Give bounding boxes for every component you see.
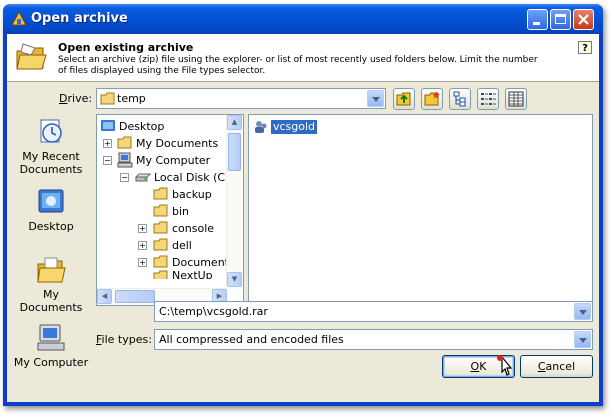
expand-toggle[interactable]: +: [138, 241, 147, 250]
folder-icon: [153, 255, 168, 268]
tree-item-bin[interactable]: bin: [153, 203, 189, 219]
minimize-icon: [533, 22, 540, 25]
tree-item-dell[interactable]: dell: [153, 237, 192, 253]
maximize-icon: [555, 14, 566, 24]
new-folder-button[interactable]: [421, 88, 443, 110]
place-label: My Documents: [19, 288, 83, 314]
folder-icon: [153, 270, 168, 279]
cancel-button[interactable]: Cancel: [520, 355, 593, 378]
place-label: My Computer: [13, 356, 89, 369]
title-bar[interactable]: Open archive: [3, 4, 603, 34]
expand-toggle[interactable]: +: [138, 224, 147, 233]
dialog-body: Open existing archive Select an archive …: [7, 34, 599, 402]
scroll-left-icon[interactable]: ◀: [97, 289, 112, 304]
my-computer-icon: [117, 152, 133, 168]
file-name: vcsgold: [271, 120, 318, 134]
chevron-down-icon[interactable]: [574, 331, 591, 348]
minimize-button[interactable]: [527, 9, 548, 30]
details-view-icon: [508, 91, 524, 107]
tree-vertical-scrollbar[interactable]: ▲ ▼: [226, 115, 243, 287]
place-my-computer[interactable]: My Computer: [10, 322, 92, 369]
archive-app-icon: [11, 11, 27, 26]
scroll-up-icon[interactable]: ▲: [227, 115, 242, 130]
window-title: Open archive: [31, 11, 128, 26]
header-description: Select an archive (zip) file using the e…: [58, 55, 538, 76]
tree-view-icon: [453, 91, 466, 107]
chevron-down-icon[interactable]: [367, 90, 384, 107]
mouse-pointer-icon: [497, 355, 513, 376]
folder-tree[interactable]: Desktop + My Documents − My Computer − L…: [96, 114, 244, 306]
open-archive-dialog: Open archive Open existing archive Selec…: [3, 4, 603, 406]
list-view-icon: [481, 93, 496, 105]
list-view-button[interactable]: [477, 88, 499, 110]
scroll-down-icon[interactable]: ▼: [227, 272, 242, 287]
recent-documents-icon: [40, 119, 62, 143]
maximize-button[interactable]: [550, 9, 571, 30]
place-my-documents[interactable]: My Documents: [10, 254, 92, 314]
tree-item-backup[interactable]: backup: [153, 186, 212, 202]
place-recent-documents[interactable]: My Recent Documents: [10, 116, 92, 176]
file-types-combo[interactable]: All compressed and encoded files: [154, 329, 593, 350]
folder-up-icon: [396, 92, 411, 106]
tree-item-documents[interactable]: Document: [153, 254, 229, 270]
archive-file-icon: [255, 121, 267, 133]
expand-toggle[interactable]: +: [138, 258, 147, 267]
expand-toggle[interactable]: +: [103, 139, 112, 148]
chevron-down-icon[interactable]: [574, 303, 591, 320]
tree-item-console[interactable]: console: [153, 220, 214, 236]
scroll-thumb[interactable]: [115, 290, 155, 303]
folder-icon: [153, 204, 168, 217]
file-types-label: File types:: [96, 333, 152, 346]
header-title: Open existing archive: [58, 41, 194, 54]
path-value: C:\temp\vcsgold.rar: [159, 305, 268, 318]
drive-value: temp: [117, 92, 146, 105]
tree-item-local-disk[interactable]: Local Disk (C:): [135, 169, 233, 185]
path-combo[interactable]: C:\temp\vcsgold.rar: [154, 301, 593, 322]
tree-item-desktop[interactable]: Desktop: [100, 118, 164, 134]
place-desktop[interactable]: Desktop: [10, 186, 92, 233]
dialog-header: Open existing archive Select an archive …: [7, 34, 599, 82]
tree-item-my-documents[interactable]: My Documents: [117, 135, 218, 151]
drive-label: Drive:: [59, 92, 93, 105]
tree-item-my-computer[interactable]: My Computer: [117, 152, 210, 168]
hard-disk-icon: [135, 173, 151, 182]
file-item-vcsgold[interactable]: vcsgold: [253, 119, 318, 135]
collapse-toggle[interactable]: −: [120, 173, 129, 182]
new-folder-icon: [424, 91, 440, 106]
details-view-button[interactable]: [505, 88, 527, 110]
folder-icon: [100, 92, 115, 105]
my-documents-icon: [37, 257, 66, 283]
open-folder-archive-icon: [16, 43, 47, 70]
close-button[interactable]: [573, 9, 594, 30]
folder-up-button[interactable]: [393, 88, 415, 110]
drive-combo[interactable]: temp: [96, 88, 386, 109]
place-label: Desktop: [28, 220, 74, 233]
file-list[interactable]: vcsgold: [248, 114, 593, 306]
folder-icon: [117, 136, 132, 149]
scroll-thumb[interactable]: [228, 133, 241, 171]
file-types-value: All compressed and encoded files: [159, 333, 344, 346]
close-icon: [578, 14, 589, 25]
folder-icon: [153, 187, 168, 200]
folder-icon: [153, 221, 168, 234]
desktop-icon: [101, 120, 115, 131]
folder-icon: [153, 238, 168, 251]
places-bar: My Recent Documents Desktop My Documents: [10, 114, 92, 384]
tree-item-next[interactable]: NextUp: [153, 269, 213, 279]
collapse-toggle[interactable]: −: [103, 156, 112, 165]
help-button[interactable]: ?: [578, 41, 592, 54]
my-computer-icon: [37, 324, 65, 351]
tree-view-button[interactable]: [449, 88, 471, 110]
desktop-icon: [38, 189, 64, 213]
place-label: My Recent Documents: [19, 150, 83, 176]
